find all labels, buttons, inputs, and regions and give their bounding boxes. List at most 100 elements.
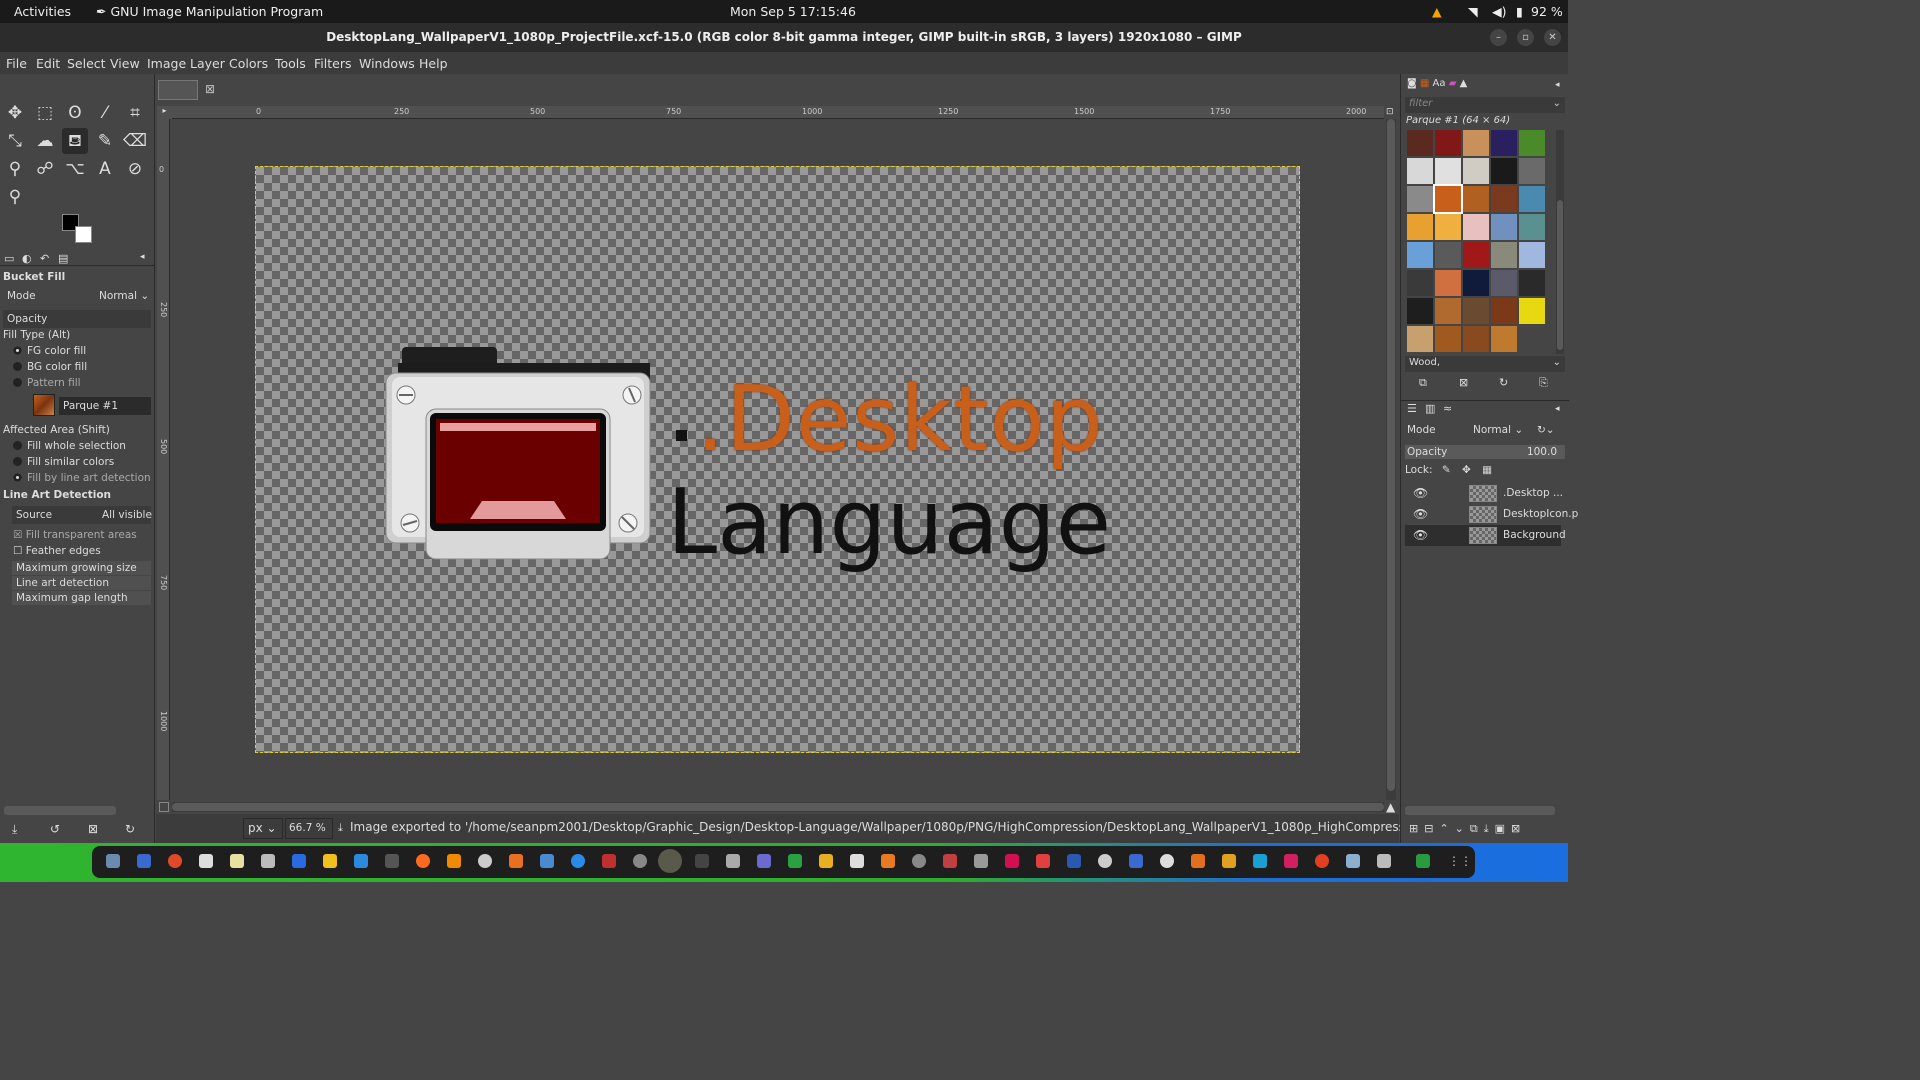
tag-dropdown-icon[interactable]: ⌄ bbox=[1553, 357, 1561, 368]
merge-down-icon[interactable]: ⤓ bbox=[1484, 822, 1495, 835]
close-image-tab-icon[interactable]: ⊠ bbox=[205, 82, 215, 96]
pattern-swatch[interactable] bbox=[1491, 326, 1517, 352]
pattern-swatch[interactable] bbox=[1435, 214, 1461, 240]
open-pattern-icon[interactable]: ⎘ bbox=[1539, 376, 1548, 390]
layer-row-selected[interactable]: 👁 Background bbox=[1405, 525, 1566, 546]
pattern-filter-input[interactable]: filter ⌄ bbox=[1405, 97, 1565, 113]
dock-app-icon[interactable] bbox=[540, 854, 554, 868]
pattern-swatch[interactable] bbox=[1435, 326, 1461, 352]
menu-image[interactable]: Image bbox=[147, 56, 186, 71]
move-tool-icon[interactable]: ✥ bbox=[2, 100, 28, 126]
lower-layer-icon[interactable]: ⌄ bbox=[1455, 822, 1470, 835]
menu-colors[interactable]: Colors bbox=[229, 56, 268, 71]
pattern-swatch[interactable] bbox=[1463, 158, 1489, 184]
zoom-tool-icon[interactable]: ⚲ bbox=[2, 184, 28, 210]
paths-tab-icon[interactable]: ≈ bbox=[1443, 402, 1452, 415]
pattern-swatch[interactable] bbox=[1407, 270, 1433, 296]
dock-app-icon[interactable] bbox=[478, 854, 492, 868]
raise-layer-icon[interactable]: ⌃ bbox=[1439, 822, 1454, 835]
battery-icon[interactable]: ▮ bbox=[1516, 4, 1523, 19]
pattern-swatch[interactable] bbox=[1519, 270, 1545, 296]
battery-percent[interactable]: 92 % bbox=[1531, 4, 1563, 19]
brushes-tab-icon[interactable]: ◙ bbox=[1407, 78, 1417, 89]
pattern-swatch[interactable] bbox=[1463, 130, 1489, 156]
pattern-swatch[interactable] bbox=[1519, 130, 1545, 156]
pattern-swatch[interactable] bbox=[1407, 186, 1433, 212]
opacity-slider[interactable]: Opacity bbox=[3, 310, 151, 328]
unit-select[interactable]: px ⌄ bbox=[243, 818, 283, 839]
pattern-swatch[interactable] bbox=[1435, 298, 1461, 324]
visibility-eye-icon[interactable]: 👁 bbox=[1413, 504, 1428, 525]
menu-select[interactable]: Select bbox=[67, 56, 106, 71]
save-options-icon[interactable]: ⤓ bbox=[12, 822, 17, 837]
show-apps-grid-icon[interactable]: ⋮⋮ bbox=[1448, 854, 1472, 868]
edit-pattern-icon[interactable]: ⧉ bbox=[1419, 376, 1427, 390]
menu-windows[interactable]: Windows bbox=[359, 56, 415, 71]
filter-dropdown-icon[interactable]: ⌄ bbox=[1553, 98, 1561, 109]
horizontal-ruler[interactable]: 0 250 500 750 1000 1250 1500 1750 2000 bbox=[172, 106, 1384, 119]
layers-configure-icon[interactable]: ◂ bbox=[1555, 404, 1560, 414]
pattern-swatch[interactable] bbox=[1491, 242, 1517, 268]
dock-app-icon[interactable] bbox=[447, 854, 461, 868]
dock-app-icon[interactable] bbox=[1377, 854, 1391, 868]
dock-gimp-active-icon[interactable] bbox=[658, 849, 682, 873]
minimize-button[interactable]: – bbox=[1490, 29, 1507, 46]
zoom-image-icon[interactable]: ⊡ bbox=[1386, 107, 1394, 117]
new-group-icon[interactable]: ⊟ bbox=[1424, 822, 1439, 835]
dock-app-icon[interactable] bbox=[354, 854, 368, 868]
pattern-swatch-selected[interactable] bbox=[1433, 184, 1463, 214]
dock-app-icon[interactable] bbox=[602, 854, 616, 868]
pattern-swatch[interactable] bbox=[1491, 186, 1517, 212]
refresh-patterns-icon[interactable]: ↻ bbox=[1499, 376, 1508, 389]
pattern-swatch[interactable] bbox=[1463, 326, 1489, 352]
scale-tool-icon[interactable]: ⤡ bbox=[2, 128, 28, 154]
text-tool-icon[interactable]: A bbox=[92, 156, 118, 182]
dock-app-icon[interactable] bbox=[819, 854, 833, 868]
menu-layer[interactable]: Layer bbox=[190, 56, 225, 71]
menu-filters[interactable]: Filters bbox=[314, 56, 351, 71]
layer-opacity-slider[interactable]: Opacity 100.0 bbox=[1405, 445, 1565, 459]
channels-tab-icon[interactable]: ▥ bbox=[1425, 402, 1435, 415]
pattern-swatch[interactable] bbox=[1519, 298, 1545, 324]
smudge-tool-icon[interactable]: ☍ bbox=[32, 156, 58, 182]
crop-tool-icon[interactable]: ⌗ bbox=[122, 100, 148, 126]
tool-options-tab-icon[interactable]: ▭ bbox=[4, 252, 14, 265]
pattern-swatch[interactable] bbox=[1407, 130, 1433, 156]
menu-view[interactable]: View bbox=[110, 56, 140, 71]
layer-mode-switch-icon[interactable]: ↻⌄ bbox=[1537, 424, 1555, 436]
undo-history-tab-icon[interactable]: ↶ bbox=[40, 252, 49, 265]
fill-line-art-radio[interactable]: Fill by line art detection bbox=[13, 472, 151, 484]
horizontal-scrollbar[interactable] bbox=[172, 802, 1384, 812]
dock-app-icon[interactable] bbox=[1253, 854, 1267, 868]
dock-app-icon[interactable] bbox=[881, 854, 895, 868]
dock-app-icon[interactable] bbox=[974, 854, 988, 868]
dock-app-icon[interactable] bbox=[1222, 854, 1236, 868]
dock-configure-icon[interactable]: ◂ bbox=[1555, 80, 1560, 90]
activities-button[interactable]: Activities bbox=[14, 4, 71, 19]
dock-app-icon[interactable] bbox=[943, 854, 957, 868]
toolbox-scrollbar[interactable] bbox=[4, 806, 116, 815]
vertical-scrollbar[interactable] bbox=[1386, 119, 1396, 800]
dock-app-icon[interactable] bbox=[695, 854, 709, 868]
pattern-swatch[interactable] bbox=[1519, 186, 1545, 212]
pattern-swatch[interactable] bbox=[1519, 214, 1545, 240]
vertical-ruler[interactable]: 0 250 500 750 1000 bbox=[157, 119, 170, 800]
bg-color-swatch[interactable] bbox=[75, 226, 92, 243]
restore-options-icon[interactable]: ↺ bbox=[50, 822, 60, 836]
delete-layer-icon[interactable]: ⊠ bbox=[1511, 822, 1526, 835]
pattern-scrollbar[interactable] bbox=[1556, 130, 1564, 354]
feather-edges-checkbox[interactable]: ☐ Feather edges bbox=[13, 545, 101, 557]
dock-app-icon[interactable] bbox=[912, 854, 926, 868]
image-canvas[interactable]: .Desktop Language bbox=[255, 166, 1300, 753]
dock-app-icon[interactable] bbox=[1284, 854, 1298, 868]
pattern-tag-input[interactable]: Wood, ⌄ bbox=[1405, 356, 1565, 372]
mask-icon[interactable]: ▣ bbox=[1495, 822, 1511, 835]
pattern-swatch[interactable] bbox=[1491, 270, 1517, 296]
vertical-scrollbar-thumb[interactable] bbox=[1387, 119, 1395, 791]
paths-tool-icon[interactable]: ⌥ bbox=[62, 156, 88, 182]
source-select[interactable]: Source All visible l bbox=[12, 506, 158, 524]
duplicate-layer-icon[interactable]: ⧉ bbox=[1470, 822, 1484, 835]
pattern-swatch[interactable] bbox=[1435, 270, 1461, 296]
pattern-swatch[interactable] bbox=[1491, 214, 1517, 240]
fg-color-fill-radio[interactable]: FG color fill bbox=[13, 345, 86, 357]
